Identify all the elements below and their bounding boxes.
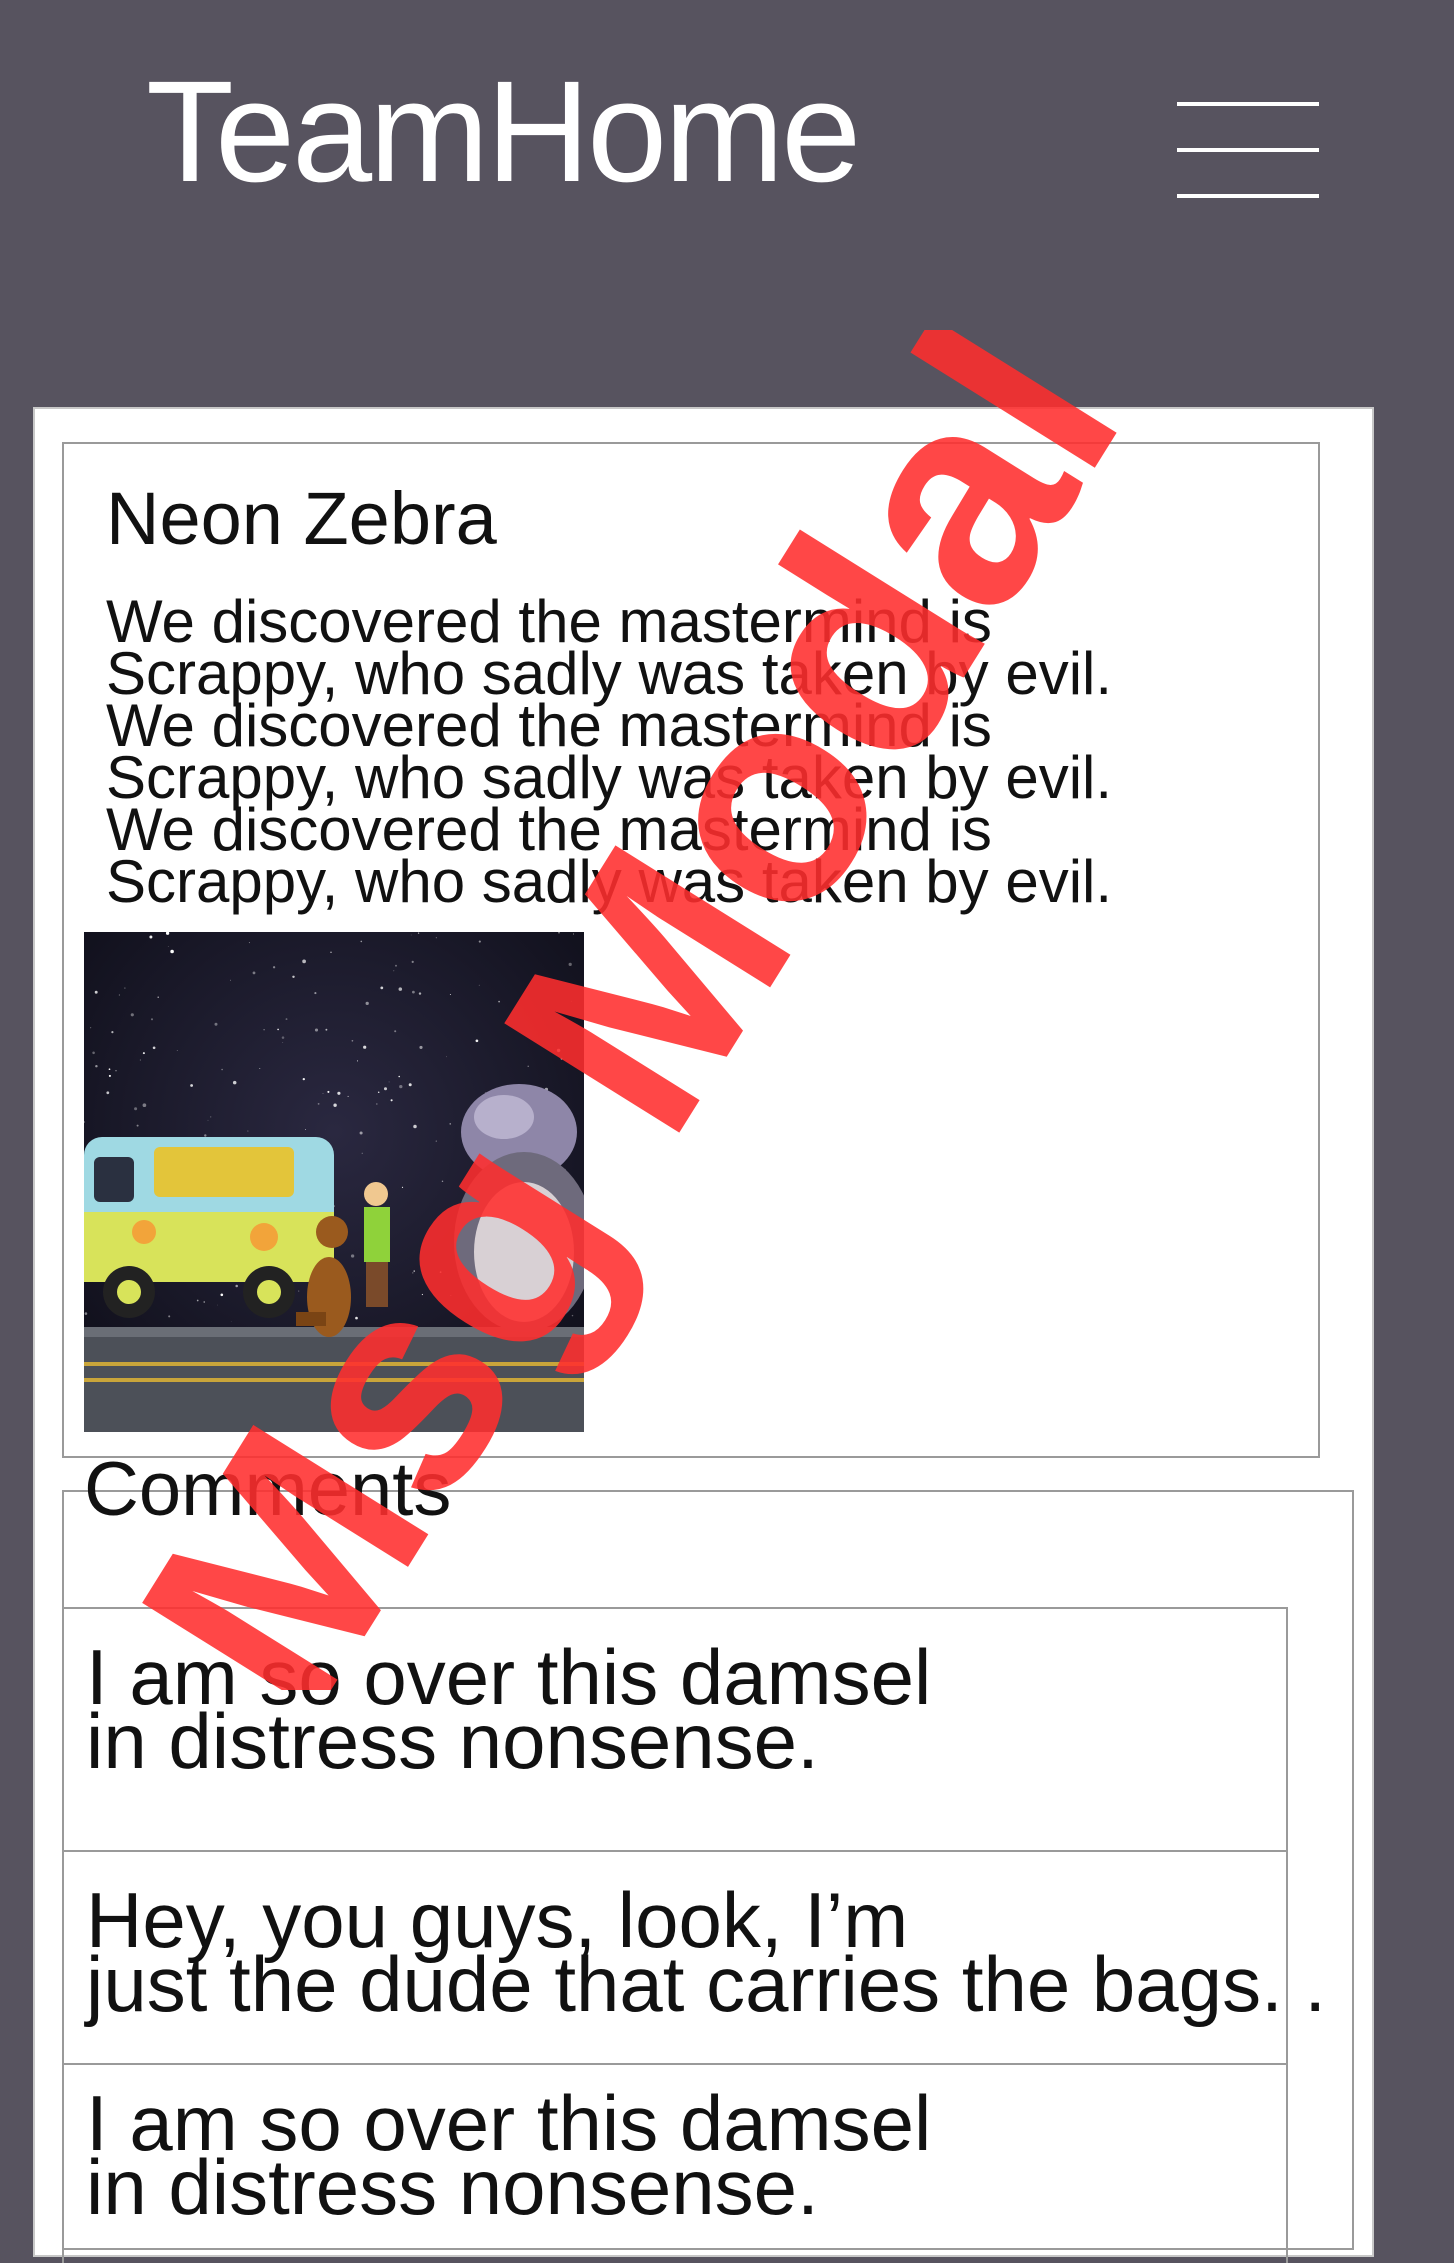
comments-heading: Comments xyxy=(84,1447,452,1532)
comment-line: in distress nonsense. xyxy=(86,2143,819,2231)
comment-text: I am so over this damsel in distress non… xyxy=(86,1638,931,1785)
post-title: Neon Zebra xyxy=(106,477,497,560)
comment-item: Hey, you guys, look, I’m just the dude t… xyxy=(62,1850,1326,2065)
comment-item: I am so over this damsel in distress non… xyxy=(62,1607,1288,1852)
comment-line: in distress nonsense. xyxy=(86,1697,819,1785)
comment-text: Hey, you guys, look, I’m just the dude t… xyxy=(86,1881,1327,2028)
mystery-machine-space-photo xyxy=(84,932,584,1432)
menu-button[interactable] xyxy=(1174,102,1322,202)
post-image xyxy=(84,932,584,1432)
comment-item: I am so over this damsel in distress non… xyxy=(62,2063,1288,2263)
app-title: TeamHome xyxy=(146,51,861,212)
comment-text: I am so over this damsel in distress non… xyxy=(86,2084,931,2231)
comment-line: just the dude that carries the bags. . xyxy=(86,1940,1327,2028)
post-body-line: Scrappy, who sadly was taken by evil. xyxy=(106,848,1113,915)
post-body: We discovered the mastermind is Scrappy,… xyxy=(106,592,1296,915)
